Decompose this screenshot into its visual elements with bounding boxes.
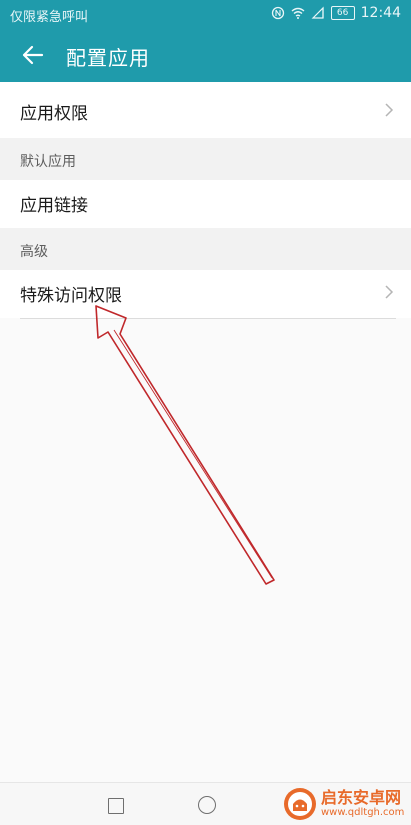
wifi-icon <box>291 7 305 19</box>
battery-indicator: 66 <box>330 6 355 20</box>
watermark-url: www.qdltgh.com <box>321 807 405 818</box>
page-title: 配置应用 <box>66 46 150 70</box>
app-bar: 配置应用 <box>0 28 411 82</box>
watermark-title: 启东安卓网 <box>321 788 402 807</box>
section-header-label: 默认应用 <box>20 154 76 170</box>
chevron-right-icon <box>385 103 394 117</box>
home-icon[interactable] <box>198 796 216 814</box>
section-header-label: 高级 <box>20 244 48 260</box>
list-item-app-links[interactable]: 应用链接 <box>0 180 411 228</box>
signal-icon <box>311 6 324 19</box>
status-bar: 仅限紧急呼叫 66 12:44 <box>0 0 411 28</box>
section-header-default-apps: 默认应用 <box>0 138 411 180</box>
list-item-app-permissions[interactable]: 应用权限 <box>0 82 411 138</box>
list-item-label: 特殊访问权限 <box>20 286 122 306</box>
back-arrow-icon[interactable] <box>20 42 46 68</box>
list-item-label: 应用链接 <box>20 196 88 216</box>
chevron-right-icon <box>385 285 394 299</box>
status-icons: 66 12:44 <box>271 5 401 21</box>
clock: 12:44 <box>360 5 401 21</box>
section-header-advanced: 高级 <box>0 228 411 270</box>
recents-icon[interactable] <box>108 798 124 814</box>
nfc-icon <box>271 6 284 20</box>
carrier-text: 仅限紧急呼叫 <box>10 10 89 25</box>
list-item-label: 应用权限 <box>20 104 88 124</box>
watermark: 启东安卓网 www.qdltgh.com <box>283 786 409 822</box>
list-item-special-access[interactable]: 特殊访问权限 <box>0 270 411 318</box>
watermark-logo-icon <box>284 788 316 820</box>
list-divider <box>20 318 396 319</box>
